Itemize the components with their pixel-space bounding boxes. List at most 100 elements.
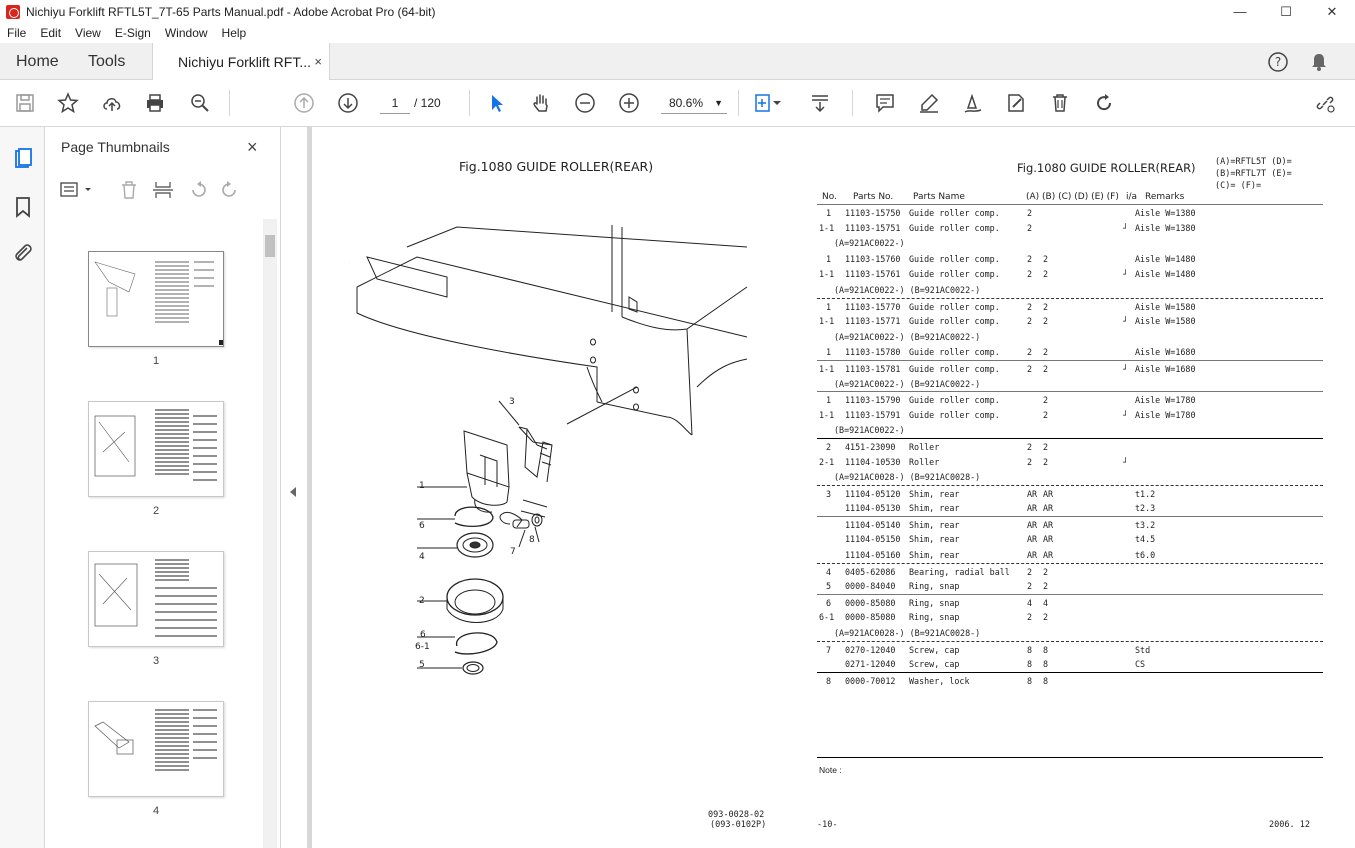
- menu-window[interactable]: Window: [158, 26, 215, 40]
- page-thumbnails-icon[interactable]: [11, 147, 35, 171]
- document-viewer[interactable]: Fig.1080 GUIDE ROLLER(REAR) Fig.1080 GUI…: [307, 127, 1355, 848]
- minimize-button[interactable]: —: [1217, 0, 1263, 23]
- rotate-left-icon[interactable]: [192, 181, 206, 197]
- menu-esign[interactable]: E-Sign: [108, 26, 158, 40]
- edit-pdf-icon[interactable]: [1003, 90, 1029, 116]
- attachments-paperclip-icon[interactable]: [11, 241, 35, 265]
- page-down-icon[interactable]: [335, 90, 361, 116]
- col-remarks: Remarks: [1145, 192, 1185, 202]
- close-window-button[interactable]: ✕: [1309, 0, 1355, 23]
- cell-remarks: CS: [1135, 659, 1146, 670]
- cell-col-a: AR: [1027, 534, 1038, 545]
- collapse-panel-handle[interactable]: [281, 127, 307, 848]
- callout-label: 7: [510, 547, 516, 557]
- svg-text:?: ?: [1275, 55, 1281, 69]
- scrollbar-thumb[interactable]: [265, 235, 275, 257]
- close-tab-icon[interactable]: ×: [314, 54, 322, 69]
- zoom-in-icon[interactable]: [616, 90, 642, 116]
- cell-no: 1: [826, 395, 832, 406]
- chevron-down-icon[interactable]: [771, 90, 783, 116]
- cell-remarks: Aisle W=1380: [1135, 208, 1196, 218]
- cell-no: 1-1: [819, 269, 835, 280]
- cell-no: 4: [826, 566, 832, 577]
- maximize-button[interactable]: ☐: [1263, 0, 1309, 23]
- cell-parts-name: Guide roller comp.: [909, 395, 1000, 406]
- toolbar-separator: [852, 90, 853, 116]
- page-thumbnails-panel: Page Thumbnails × 1 2 3 4: [45, 127, 281, 848]
- save-icon[interactable]: [12, 90, 38, 116]
- zoom-level-select[interactable]: 80.6% ▼: [661, 92, 727, 114]
- cell-parts-no: 11104-05140: [845, 519, 901, 530]
- thumbnail-label: 2: [152, 505, 160, 517]
- tab-home[interactable]: Home: [16, 43, 59, 80]
- cell-col-b: 2: [1043, 409, 1049, 420]
- select-pointer-icon[interactable]: [484, 90, 510, 116]
- close-panel-icon[interactable]: ×: [247, 137, 258, 158]
- menu-help[interactable]: Help: [215, 26, 254, 40]
- rotate-right-icon[interactable]: [222, 181, 236, 197]
- sign-pen-icon[interactable]: [960, 90, 986, 116]
- cell-parts-name: Shim, rear: [909, 550, 960, 561]
- cell-parts-no: 11103-15760: [845, 253, 901, 264]
- col-model-columns: (A) (B) (C) (D) (E) (F): [1026, 192, 1119, 202]
- search-zoom-icon[interactable]: [187, 90, 213, 116]
- footer-page-number: -10-: [817, 820, 838, 830]
- cell-remarks: Std: [1135, 644, 1151, 655]
- cell-no: 1-1: [819, 316, 835, 327]
- cell-remarks: t4.5: [1135, 534, 1156, 545]
- upload-cloud-icon[interactable]: [99, 90, 125, 116]
- cell-parts-no: 11103-15791: [845, 409, 901, 420]
- table-row: 0271-12040 Screw, cap 8 8 CS: [817, 656, 1323, 672]
- cell-col-a: 8: [1027, 659, 1033, 670]
- help-icon[interactable]: ?: [1267, 51, 1289, 73]
- bookmarks-icon[interactable]: [11, 195, 35, 219]
- thumbnail-page-4[interactable]: [88, 701, 224, 797]
- cell-parts-no: 0000-70012: [845, 675, 896, 686]
- menu-file[interactable]: File: [0, 26, 33, 40]
- cell-no: 5: [826, 581, 832, 592]
- page-number-input[interactable]: 1: [380, 92, 410, 114]
- tab-tools[interactable]: Tools: [88, 43, 125, 80]
- cell-remarks: Aisle W=1680: [1135, 363, 1196, 374]
- page-up-icon[interactable]: [291, 90, 317, 116]
- hand-tool-icon[interactable]: [528, 90, 554, 116]
- comment-icon[interactable]: [872, 90, 898, 116]
- exploded-parts-drawing: .: [349, 225, 748, 675]
- notification-bell-icon[interactable]: [1308, 51, 1330, 73]
- extract-page-icon[interactable]: [153, 182, 173, 198]
- rotate-icon[interactable]: [1091, 90, 1117, 116]
- menu-edit[interactable]: Edit: [33, 26, 68, 40]
- zoom-level-value: 80.6%: [669, 95, 704, 110]
- cell-col-b: AR: [1043, 534, 1054, 545]
- cell-col-b: 2: [1043, 363, 1049, 374]
- zoom-out-icon[interactable]: [572, 90, 598, 116]
- cell-col-a: 2: [1027, 253, 1033, 264]
- cell-col-a: 2: [1027, 316, 1033, 327]
- delete-trash-icon[interactable]: [1047, 90, 1073, 116]
- thumbnail-page-1[interactable]: [88, 251, 224, 347]
- thumbnail-scrollbar[interactable]: [263, 219, 277, 848]
- thumbnail-page-2[interactable]: [88, 401, 224, 497]
- cell-parts-no: 11104-10530: [845, 456, 901, 467]
- thumbnail-label: 3: [152, 655, 160, 667]
- share-link-icon[interactable]: [1312, 90, 1338, 116]
- menu-view[interactable]: View: [68, 26, 108, 40]
- thumbnail-options-icon[interactable]: [60, 182, 91, 197]
- thumbnail-preview: [94, 261, 223, 345]
- window-title: Nichiyu Forklift RFTL5T_7T-65 Parts Manu…: [26, 4, 436, 19]
- cell-parts-name: Ring, snap: [909, 581, 960, 592]
- scroll-mode-icon[interactable]: [807, 90, 833, 116]
- table-row: 7 0270-12040 Screw, cap 8 8 Std: [817, 640, 1323, 657]
- table-row: 6 0000-85080 Ring, snap 4 4: [817, 593, 1323, 610]
- tab-document[interactable]: Nichiyu Forklift RFT... ×: [152, 43, 330, 80]
- thumbnail-page-3[interactable]: [88, 551, 224, 647]
- print-icon[interactable]: [142, 90, 168, 116]
- cell-parts-name: Guide roller comp.: [909, 409, 1000, 420]
- bookmark-star-icon[interactable]: [55, 90, 81, 116]
- table-row: 11104-05130 Shim, rear AR AR t2.3: [817, 500, 1323, 516]
- highlight-pen-icon[interactable]: [916, 90, 942, 116]
- thumbnail-label: 4: [152, 805, 160, 817]
- delete-page-icon[interactable]: [122, 181, 136, 199]
- cell-col-a: 2: [1027, 222, 1033, 233]
- parts-table: No. Parts No. Parts Name (A) (B) (C) (D)…: [817, 190, 1323, 687]
